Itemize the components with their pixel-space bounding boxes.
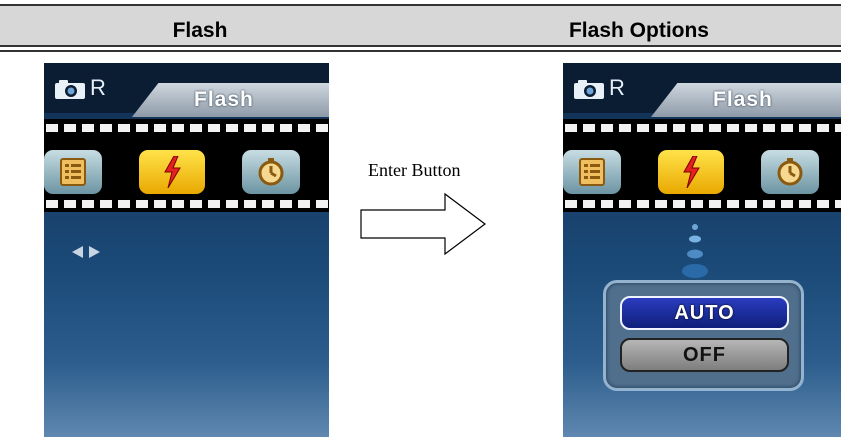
- header-rule-bottom-1: [0, 45, 841, 47]
- film-holes-top: [44, 124, 329, 132]
- camera-icon: [574, 80, 604, 99]
- enter-button-label: Enter Button: [368, 160, 461, 180]
- flash-button[interactable]: [139, 150, 205, 194]
- header-title-right: Flash Options: [568, 19, 709, 42]
- film-holes-bottom: [44, 200, 329, 208]
- film-holes-top: [563, 124, 841, 132]
- flash-options-popup: AUTO OFF: [603, 280, 804, 391]
- flash-button[interactable]: [658, 150, 724, 194]
- self-timer-button[interactable]: [242, 150, 300, 194]
- header-title-left: Flash: [172, 19, 228, 42]
- camera-screen-flash: R Flash: [44, 63, 329, 437]
- menu-button[interactable]: [44, 150, 102, 194]
- header-rule-bottom-2: [0, 50, 841, 52]
- mode-letter: R: [609, 75, 625, 100]
- menu-list-icon: [579, 158, 605, 186]
- tab-label: Flash: [713, 88, 773, 111]
- self-timer-icon: [258, 158, 284, 186]
- menu-button[interactable]: [563, 150, 621, 194]
- tab-label: Flash: [194, 88, 254, 111]
- menu-list-icon: [60, 158, 86, 186]
- camera-screen-flash-options: R Flash AUTO OFF: [563, 63, 841, 437]
- film-holes-bottom: [563, 200, 841, 208]
- self-timer-icon: [777, 158, 803, 186]
- flash-icon: [164, 156, 181, 188]
- right-arrow-icon: [360, 192, 486, 256]
- self-timer-button[interactable]: [761, 150, 819, 194]
- option-off[interactable]: OFF: [620, 338, 789, 372]
- option-auto[interactable]: AUTO: [620, 296, 789, 330]
- flash-icon: [683, 156, 700, 188]
- left-right-arrows-icon[interactable]: [72, 245, 100, 259]
- camera-icon: [55, 80, 85, 99]
- mode-letter: R: [90, 75, 106, 100]
